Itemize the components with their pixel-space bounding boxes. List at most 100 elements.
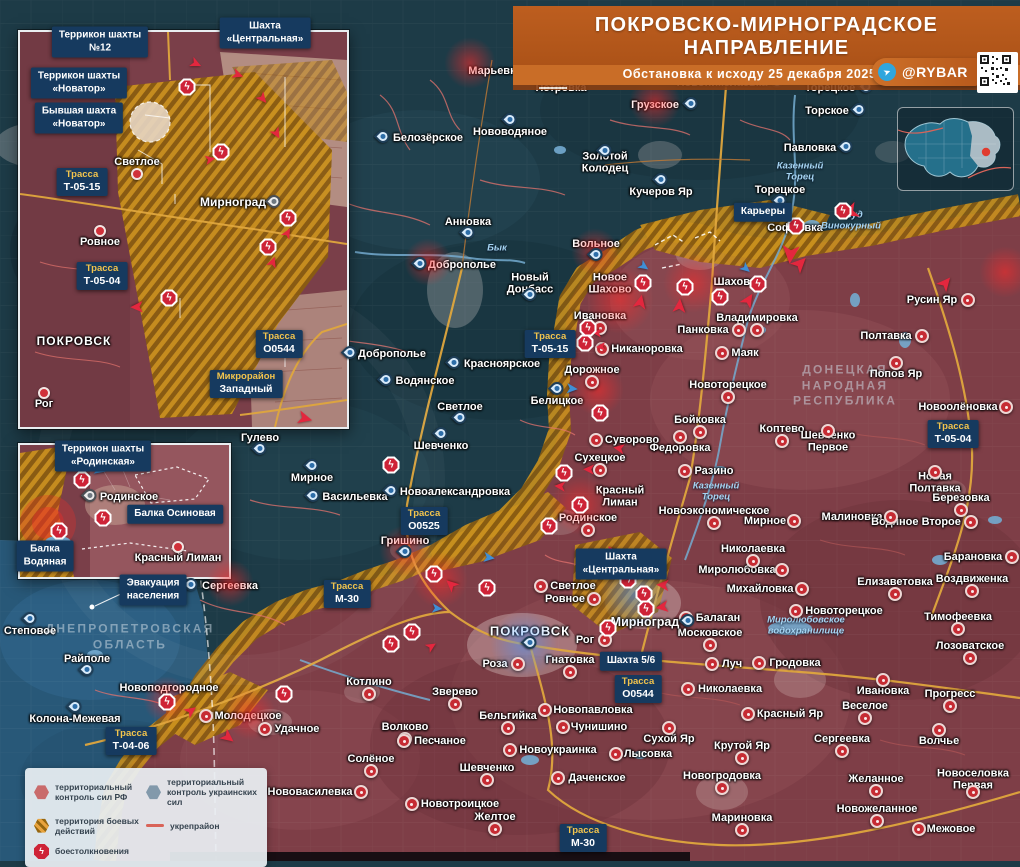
town-marker-ru [364, 764, 378, 778]
town-marker-ru [954, 503, 968, 517]
town-marker-ru [556, 720, 570, 734]
legend-label: территориальный контроль украинских сил [167, 777, 258, 808]
counterattack-arrow: ➤ [566, 381, 579, 396]
clash-icon: ϟ [580, 320, 597, 337]
clash-icon: ϟ [179, 79, 196, 96]
town-marker-ru [741, 707, 755, 721]
road-label-number: О0544 [622, 688, 655, 700]
town-marker-ru [932, 723, 946, 737]
town-label: Даченское [568, 772, 625, 784]
town-label: Красный Яр [757, 708, 823, 720]
town-marker-ru [354, 785, 368, 799]
town-marker-ru [397, 734, 411, 748]
town-marker-ru [746, 554, 760, 568]
town-marker-ru [928, 465, 942, 479]
town-marker-ru [795, 582, 809, 596]
legend-item: ϟбоестолкновения [34, 844, 258, 859]
town-marker-ru [503, 743, 517, 757]
town-label: Удачное [275, 723, 320, 735]
combat-glow [444, 37, 496, 89]
town-marker-ua [850, 100, 868, 118]
town-marker-ru [673, 430, 687, 444]
town-label: Барановка [944, 551, 1003, 563]
town-label: Миролюбовка [698, 564, 775, 576]
poi-label: Балка Водяная [17, 541, 74, 572]
counterattack-arrow: ➤ [431, 601, 443, 615]
town-marker-ru [752, 656, 766, 670]
town-label: Красный Лиман [596, 485, 644, 510]
town-label: Кучеров Яр [629, 186, 692, 198]
town-label: Рог [576, 634, 594, 646]
clash-icon: ϟ [383, 636, 400, 653]
road-label: ТрассаТ-05-04 [77, 262, 128, 290]
town-marker-ru [199, 709, 213, 723]
town-marker-ru [703, 638, 717, 652]
town-label: Николаевка [698, 683, 762, 695]
town-marker-ua [411, 254, 429, 272]
clash-icon: ϟ [636, 586, 653, 603]
town-marker-ru [589, 433, 603, 447]
poi-label: Террикон шахты «Новатор» [31, 68, 127, 99]
town-marker-ru [585, 375, 599, 389]
clash-icon: ϟ [51, 523, 68, 540]
town-label: Русин Яр [907, 294, 957, 306]
town-marker-ua [445, 353, 463, 371]
road-label: МикрорайонЗападный [210, 370, 283, 398]
town-marker-ru [965, 584, 979, 598]
town-marker-ua [681, 94, 699, 112]
town-marker-ua [341, 343, 359, 361]
annotation-layer: МарьевкаПетровкаГрузскоеНовониколаевкаТо… [0, 0, 1020, 861]
attack-arrow: ➤ [263, 254, 280, 270]
town-label: Межовое [927, 823, 976, 835]
town-label: Ровное [545, 593, 585, 605]
poi-label: Бывшая шахта «Новатор» [35, 103, 123, 134]
attack-arrow: ➤ [268, 124, 286, 141]
road-label-prefix: Трасса [263, 332, 296, 343]
town-label: Шевченко [414, 440, 469, 452]
town-marker-ru [961, 293, 975, 307]
attack-arrow: ➤ [279, 225, 296, 241]
road-label-prefix: Микрорайон [217, 372, 276, 383]
legend-item: укрепрайон [146, 816, 258, 836]
road-label: ТрассаТ-05-15 [525, 330, 576, 358]
poi-label: Шахта «Центральная» [576, 549, 667, 580]
road-label: ТрассаО0544 [256, 330, 303, 358]
town-label: Белицкое [531, 395, 584, 407]
town-label: Новоолёновка [918, 401, 997, 413]
town-marker-ru [750, 323, 764, 337]
attack-arrow: ➤ [217, 726, 239, 748]
road-label: ТрассаТ-04-06 [106, 727, 157, 755]
road-label-prefix: Трасса [622, 677, 655, 688]
town-label: Новое Шахово [588, 272, 631, 297]
town-label: Нововодяное [473, 126, 547, 138]
town-label: Сергеевка [202, 580, 258, 592]
legend-item: территория боевых действий [34, 816, 146, 836]
town-marker-ru [501, 721, 515, 735]
legend-swatch-hex-combat [34, 818, 49, 833]
channel-badge[interactable]: ➤ @RYBAR [872, 58, 978, 86]
poi-label: Террикон шахты №12 [52, 27, 148, 58]
road-label-prefix: Трасса [64, 170, 101, 181]
legend-item: территориальный контроль сил РФ [34, 777, 146, 808]
town-label: Маяк [731, 347, 758, 359]
clash-icon: ϟ [577, 335, 594, 352]
clash-icon: ϟ [404, 624, 421, 641]
road-label-prefix: Трасса [408, 509, 441, 520]
clash-icon: ϟ [556, 465, 573, 482]
legend-label: боестолкновения [55, 846, 129, 856]
town-label: Новоалександровка [400, 486, 510, 498]
town-label: Новоподгородное [119, 682, 218, 694]
town-marker-ru [1005, 550, 1019, 564]
road-label-prefix: Трасса [567, 826, 600, 837]
town-marker-ru [563, 665, 577, 679]
town-marker-ru [963, 651, 977, 665]
road-label-number: Т-05-15 [532, 343, 569, 355]
town-label: Песчаное [414, 735, 466, 747]
clash-icon: ϟ [750, 276, 767, 293]
town-marker-rd [131, 168, 143, 180]
attack-arrow: ➤ [230, 65, 246, 82]
legend-item: территориальный контроль украинских сил [146, 777, 258, 808]
road-label: ТрассаМ-30 [560, 824, 607, 852]
map-stage: МарьевкаПетровкаГрузскоеНовониколаевкаТо… [0, 0, 1020, 861]
poi-label: Карьеры [734, 203, 792, 222]
